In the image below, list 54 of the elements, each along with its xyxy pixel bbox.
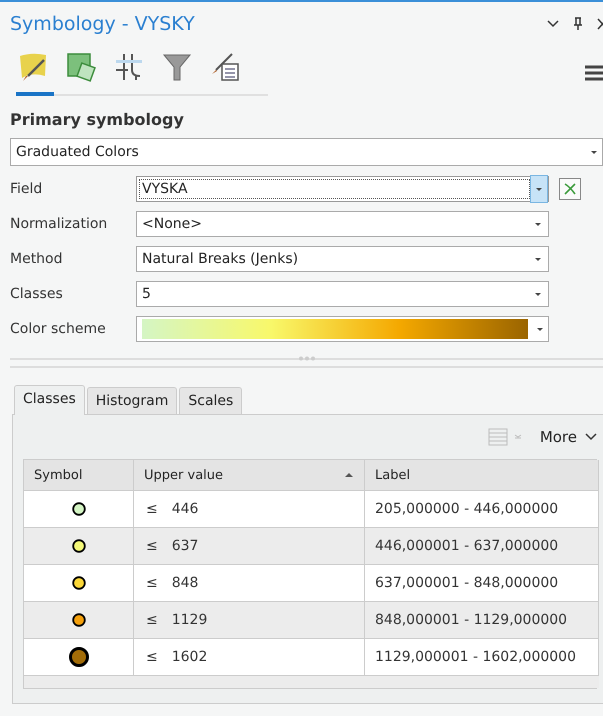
filter-icon — [162, 52, 192, 82]
table-cell[interactable]: 848,000001 - 1129,000000 — [365, 601, 599, 638]
caret-icon — [534, 256, 542, 262]
field-label: Method — [10, 251, 64, 267]
brush-icon — [18, 52, 48, 82]
symbol-dot[interactable] — [68, 647, 88, 667]
table-cell[interactable]: ≤ 848 — [134, 564, 365, 601]
caret-icon — [534, 222, 542, 226]
field-label: Field — [10, 181, 44, 197]
table-cell[interactable]: ≤ 1602 — [134, 638, 365, 675]
table-cell[interactable]: 1129,000001 - 1602,000000 — [365, 638, 599, 675]
symbol-dot[interactable] — [72, 502, 86, 516]
menu-icon[interactable] — [585, 65, 603, 81]
tab[interactable]: Scales — [179, 387, 242, 414]
column-header[interactable]: Upper value — [134, 460, 365, 490]
chevron-down-icon[interactable] — [547, 20, 559, 28]
field-label: Classes — [10, 286, 64, 302]
expression-button[interactable] — [559, 178, 581, 200]
sort-ascending-icon — [344, 472, 354, 478]
expression-icon — [562, 181, 578, 197]
grid-icon — [114, 52, 144, 82]
table-cell[interactable]: ≤ 446 — [134, 490, 365, 527]
column-header[interactable]: Label — [365, 460, 599, 490]
splitter-handle-icon[interactable] — [296, 356, 316, 360]
dropdown[interactable]: VYSKA — [136, 176, 549, 202]
section-title: Primary symbology — [10, 110, 185, 129]
field-label: Color scheme — [10, 321, 107, 337]
dropdown[interactable]: 5 — [136, 281, 549, 307]
caret-icon — [534, 292, 542, 296]
table-cell[interactable]: 205,000000 - 446,000000 — [365, 490, 599, 527]
window-title: Symbology - VYSKY — [10, 13, 195, 35]
caret-icon — [590, 150, 598, 154]
tab[interactable]: Classes — [14, 385, 85, 415]
table-cell[interactable]: ≤ 1129 — [134, 601, 365, 638]
close-icon[interactable] — [597, 18, 603, 30]
column-header[interactable]: Symbol — [24, 460, 134, 490]
symbol-dot[interactable] — [72, 613, 86, 627]
pin-icon[interactable] — [573, 17, 583, 31]
dropdown[interactable]: <None> — [136, 211, 549, 237]
renderer-dropdown[interactable]: Graduated Colors — [10, 138, 603, 166]
more-button[interactable]: More — [540, 428, 597, 446]
color-scheme-dropdown[interactable] — [136, 316, 549, 342]
chevron-down-icon — [585, 433, 597, 441]
symbol-dot[interactable] — [72, 576, 86, 590]
caret-icon — [536, 326, 544, 332]
tab[interactable]: Histogram — [86, 387, 178, 414]
field-label: Normalization — [10, 216, 108, 232]
table-cell[interactable]: ≤ 637 — [134, 527, 365, 564]
table-cell[interactable]: 446,000001 - 637,000000 — [365, 527, 599, 564]
symbol-dot[interactable] — [72, 539, 86, 553]
table-cell[interactable]: 637,000001 - 848,000000 — [365, 564, 599, 601]
dropdown[interactable]: Natural Breaks (Jenks) — [136, 246, 549, 272]
caret-icon — [535, 186, 543, 192]
squares-icon — [66, 52, 96, 82]
